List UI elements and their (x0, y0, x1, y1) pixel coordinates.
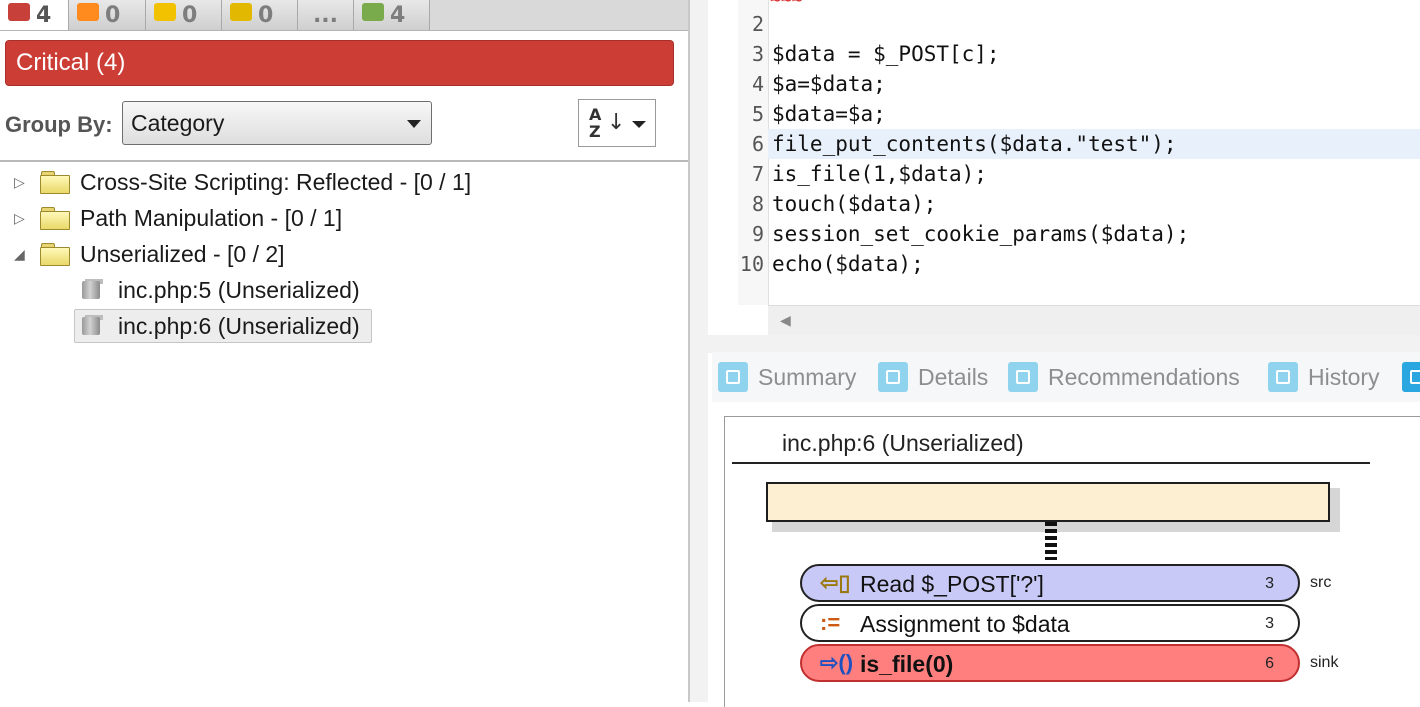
details-tab-icon (878, 362, 908, 392)
line-number: 4 (751, 72, 764, 96)
code-line: 7 is_file(1,$data); (0, 159, 1420, 189)
line-number: 7 (751, 162, 764, 186)
tab-history[interactable]: History (1268, 352, 1380, 402)
assignment-icon: := (820, 610, 841, 635)
issue-cube-icon (80, 279, 104, 301)
line-number: 5 (751, 102, 764, 126)
panel-gap (708, 335, 1420, 353)
recommendations-tab-icon (1008, 362, 1038, 392)
history-tab-icon (1268, 362, 1298, 392)
line-number: 10 (739, 252, 764, 276)
code-line: 9 session_set_cookie_params($data); (0, 219, 1420, 249)
trace-entry-box[interactable] (766, 482, 1330, 522)
tree-item-label: inc.php:5 (Unserialized) (118, 276, 360, 303)
code-line: 6 file_put_contents($data."test"); (0, 129, 1420, 159)
line-text: file_put_contents($data."test"); (772, 132, 1177, 156)
tab-details[interactable]: Details (878, 352, 988, 402)
code-line: 3 $data = $_POST[c]; (0, 39, 1420, 69)
tab-recommendations[interactable]: Recommendations (1008, 352, 1240, 402)
line-number: 2 (751, 12, 764, 36)
tab-label: History (1308, 363, 1380, 390)
title-underline (732, 462, 1370, 464)
code-line: 8 touch($data); (0, 189, 1420, 219)
tab-label: Recommendations (1048, 363, 1240, 390)
node-line-number: 6 (1265, 655, 1274, 672)
node-line-number: 3 (1265, 615, 1274, 632)
line-text: $data = $_POST[c]; (772, 42, 1000, 66)
tree-issue-inc-php-6[interactable]: inc.php:6 (Unserialized) (80, 309, 360, 343)
line-text: $data=$a; (772, 102, 886, 126)
node-label: Read $_POST['?'] (860, 571, 1044, 597)
trace-node-sink[interactable]: ⇨() is_file(0) 6 (800, 644, 1300, 682)
scroll-left-icon[interactable]: ◀ (780, 313, 791, 329)
line-text: $a=$data; (772, 72, 886, 96)
line-number: 8 (751, 192, 764, 216)
horizontal-scrollbar[interactable]: ◀ (768, 305, 1420, 336)
node-label: is_file(0) (860, 651, 954, 677)
line-text: is_file(1,$data); (772, 162, 987, 186)
code-line: 5 $data=$a; (0, 99, 1420, 129)
call-sink-icon: ⇨() (820, 650, 854, 675)
node-tag-sink: sink (1310, 654, 1339, 671)
code-line: 10 echo($data); (0, 249, 1420, 279)
line-number: 6 (751, 132, 764, 156)
node-tag-src: src (1310, 574, 1332, 591)
code-line: 2 (0, 9, 1420, 39)
line-number: 9 (751, 222, 764, 246)
tab-more[interactable] (1402, 352, 1420, 402)
line-text: echo($data); (772, 252, 924, 276)
node-line-number: 3 (1265, 575, 1274, 592)
node-label: Assignment to $data (860, 611, 1070, 637)
tab-label: Summary (758, 363, 857, 390)
line-text: session_set_cookie_params($data); (772, 222, 1190, 246)
trace-title: inc.php:6 (Unserialized) (782, 430, 1024, 456)
line-text: touch($data); (772, 192, 937, 216)
trace-node-source[interactable]: ⇦▯ Read $_POST['?'] 3 (800, 564, 1300, 602)
read-source-icon: ⇦▯ (820, 570, 851, 595)
summary-tab-icon (718, 362, 748, 392)
line-number: 3 (751, 42, 764, 66)
more-tab-icon (1402, 362, 1420, 392)
trace-node-assignment[interactable]: := Assignment to $data 3 (800, 604, 1300, 642)
tab-label: Details (918, 363, 989, 390)
tree-item-label: inc.php:6 (Unserialized) (118, 312, 360, 339)
issue-cube-icon (80, 315, 104, 337)
code-line: 4 $a=$data; (0, 69, 1420, 99)
tab-summary[interactable]: Summary (718, 352, 856, 402)
trace-connector (1045, 522, 1057, 560)
detail-tabs-bar: Summary Details Recommendations History (712, 352, 1420, 402)
